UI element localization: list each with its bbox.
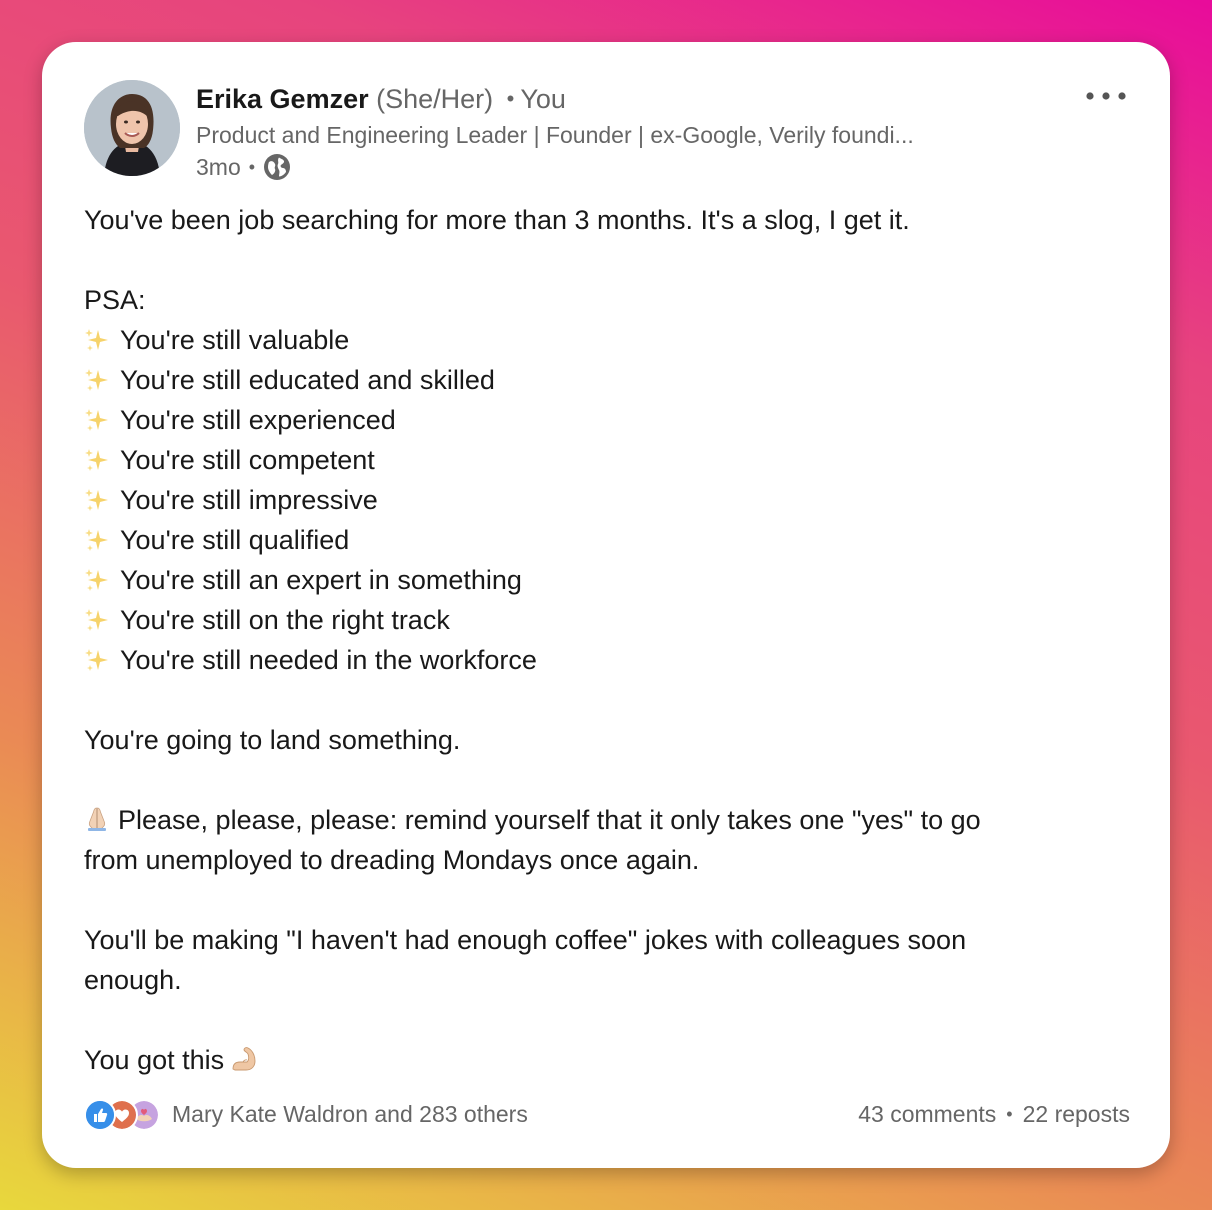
sparkle-icon (85, 529, 108, 551)
list-item-text: You're still impressive (120, 485, 378, 515)
list-item: You're still experienced (84, 400, 1110, 440)
author-block: Erika Gemzer (She/Her) • You Product and … (196, 82, 1020, 183)
post-please-line1: Please, please, please: remind yourself … (118, 805, 981, 835)
like-reaction-icon (84, 1099, 116, 1131)
list-item: You're still an expert in something (84, 560, 1110, 600)
list-item: You're still educated and skilled (84, 360, 1110, 400)
list-item: You're still impressive (84, 480, 1110, 520)
separator-dot: • (506, 86, 515, 111)
post-please-line2: from unemployed to dreading Mondays once… (84, 845, 700, 875)
reactions-summary[interactable]: Mary Kate Waldron and 283 others (84, 1099, 528, 1131)
sparkle-icon (85, 449, 108, 471)
post-time: 3mo (196, 154, 241, 180)
author-pronouns: (She/Her) (376, 84, 494, 114)
post-closing: You got this (84, 1040, 1110, 1080)
list-item-text: You're still needed in the workforce (120, 645, 537, 675)
sparkle-icon (85, 409, 108, 431)
sparkle-icon (85, 329, 108, 351)
list-item-text: You're still valuable (120, 325, 350, 355)
post-footer: Mary Kate Waldron and 283 others 43 comm… (84, 1096, 1130, 1132)
list-item: You're still on the right track (84, 600, 1110, 640)
flexed-biceps-icon (232, 1047, 256, 1071)
reactions-text[interactable]: Mary Kate Waldron and 283 others (172, 1101, 528, 1128)
sparkle-icon (85, 489, 108, 511)
post-list: You're still valuable You're still educat… (84, 320, 1110, 680)
post-closing-text: You got this (84, 1045, 225, 1075)
reaction-icons (84, 1099, 162, 1131)
separator-dot: • (1006, 1103, 1013, 1124)
comments-link[interactable]: 43 comments (858, 1101, 996, 1128)
author-headline: Product and Engineering Leader | Founder… (196, 122, 914, 148)
author-name[interactable]: Erika Gemzer (196, 84, 369, 114)
post-please: Please, please, please: remind yourself … (84, 800, 1110, 840)
list-item-text: You're still an expert in something (120, 565, 522, 595)
reposts-link[interactable]: 22 reposts (1023, 1101, 1130, 1128)
list-item-text: You're still qualified (120, 525, 350, 555)
folded-hands-icon (88, 807, 106, 831)
post-stats: 43 comments • 22 reposts (858, 1101, 1130, 1128)
post-land: You're going to land something. (84, 725, 461, 755)
globe-icon (264, 154, 291, 180)
more-icon[interactable] (1084, 86, 1128, 106)
list-item: You're still valuable (84, 320, 1110, 360)
author-name-line: Erika Gemzer (She/Her) • You (196, 82, 1020, 118)
post-card: Erika Gemzer (She/Her) • You Product and … (42, 42, 1170, 1168)
list-item: You're still qualified (84, 520, 1110, 560)
post-coffee-line1: You'll be making "I haven't had enough c… (84, 925, 967, 955)
post-intro: You've been job searching for more than … (84, 205, 910, 235)
list-item-text: You're still on the right track (120, 605, 450, 635)
list-item: You're still competent (84, 440, 1110, 480)
avatar[interactable] (84, 80, 180, 176)
post-body: You've been job searching for more than … (84, 200, 1110, 1080)
list-item-text: You're still educated and skilled (120, 365, 495, 395)
separator-dot: • (248, 157, 256, 177)
sparkle-icon (85, 649, 108, 671)
post-coffee-line2: enough. (84, 965, 182, 995)
post-psa: PSA: (84, 285, 146, 315)
post-meta: 3mo • (196, 151, 1020, 183)
sparkle-icon (85, 369, 108, 391)
sparkle-icon (85, 609, 108, 631)
list-item-text: You're still experienced (120, 405, 396, 435)
list-item-text: You're still competent (120, 445, 375, 475)
list-item: You're still needed in the workforce (84, 640, 1110, 680)
sparkle-icon (85, 569, 108, 591)
author-relation: You (520, 84, 566, 114)
